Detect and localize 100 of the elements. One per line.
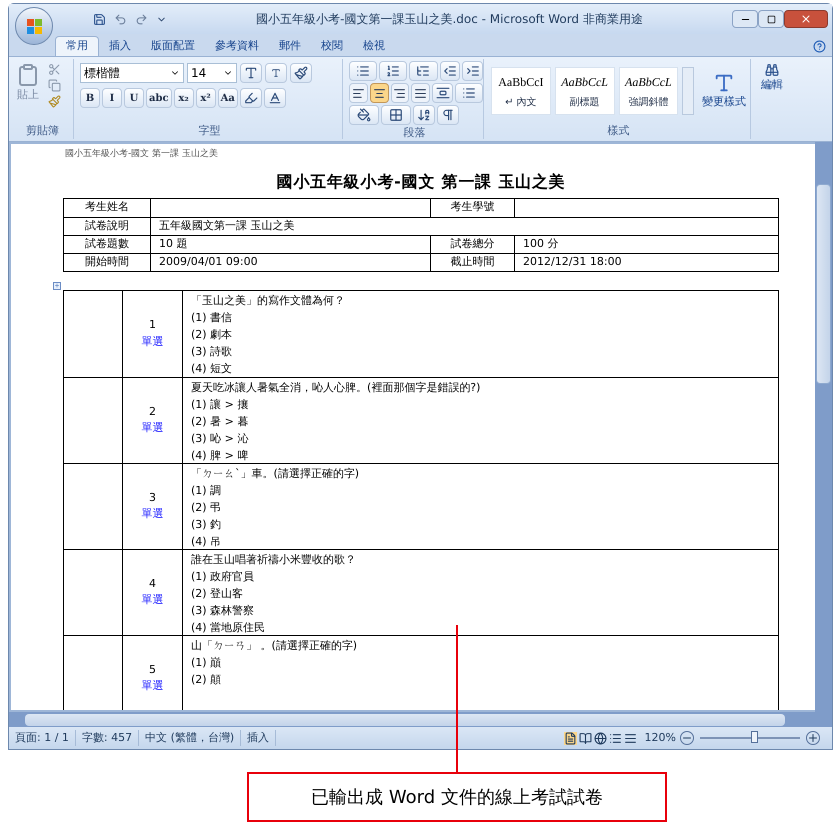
clear-format-button[interactable] bbox=[290, 63, 312, 83]
answer-option: (3) 吣 > 沁 bbox=[191, 430, 778, 446]
highlight-icon bbox=[244, 91, 258, 105]
close-button[interactable] bbox=[784, 10, 828, 28]
numbered-list-button[interactable] bbox=[379, 61, 408, 81]
style-preset[interactable]: AaBbCcL 副標題 bbox=[554, 67, 614, 115]
format-button[interactable]: U bbox=[124, 88, 144, 108]
print-layout-icon[interactable] bbox=[564, 732, 577, 744]
reading-layout-icon[interactable] bbox=[578, 732, 592, 744]
sort-button[interactable] bbox=[413, 105, 435, 125]
ribbon-tab[interactable]: 郵件 bbox=[269, 36, 311, 56]
maximize-button[interactable] bbox=[758, 10, 784, 28]
font-color-button[interactable] bbox=[264, 88, 286, 108]
align-button[interactable] bbox=[349, 83, 368, 103]
align-button[interactable] bbox=[390, 83, 410, 103]
align-button[interactable] bbox=[411, 83, 430, 103]
format-button[interactable]: I bbox=[102, 88, 122, 108]
decrease-indent-button[interactable] bbox=[440, 61, 460, 81]
answer-option: (2) 顛 bbox=[191, 670, 778, 688]
align-left-icon bbox=[352, 86, 365, 100]
question-text: 山「ㄉㄧㄢ」 。(請選擇正確的字) bbox=[191, 638, 358, 654]
format-button[interactable]: x₂ bbox=[174, 88, 194, 108]
ribbon-tab[interactable]: 校閱 bbox=[311, 36, 353, 56]
format-button[interactable]: abc bbox=[146, 88, 172, 108]
zoom-out-icon[interactable] bbox=[680, 731, 694, 745]
vertical-scrollbar[interactable] bbox=[815, 142, 832, 712]
question-type: 單選 bbox=[142, 592, 164, 608]
borders-button[interactable] bbox=[381, 105, 411, 125]
answer-option: (1) 巔 bbox=[191, 654, 778, 670]
zoom-level: 120% bbox=[644, 730, 676, 746]
answer-option: (2) 弔 bbox=[191, 498, 778, 516]
group-label: 樣式 bbox=[608, 122, 630, 139]
ribbon-tab[interactable]: 參考資料 bbox=[205, 36, 269, 56]
table-move-icon[interactable] bbox=[54, 282, 60, 289]
format-button[interactable]: B bbox=[80, 88, 100, 108]
decrease-indent-icon bbox=[442, 64, 457, 78]
web-layout-icon[interactable] bbox=[594, 732, 607, 744]
table-cell: 五年級國文第一課 玉山之美 bbox=[150, 218, 778, 234]
multilevel-list-button[interactable] bbox=[409, 61, 438, 81]
zoom-slider-thumb[interactable] bbox=[751, 731, 758, 743]
answer-option: (2) 登山客 bbox=[191, 584, 778, 602]
outline-icon[interactable] bbox=[608, 732, 622, 744]
answer-option: (1) 調 bbox=[191, 482, 778, 498]
question-type: 單選 bbox=[142, 334, 164, 350]
align-right-icon bbox=[393, 86, 406, 100]
question-text: 夏天吃冰讓人暑氣全消，吣人心脾。(裡面那個字是錯誤的?) bbox=[191, 380, 482, 396]
answer-option: (4) 當地原住民 bbox=[191, 618, 778, 636]
ribbon-tab[interactable]: 插入 bbox=[99, 36, 141, 56]
shading-button[interactable] bbox=[349, 105, 379, 125]
question-number: 4 bbox=[149, 576, 156, 592]
answer-option: (3) 釣 bbox=[191, 516, 778, 532]
redo-icon[interactable] bbox=[135, 12, 148, 26]
format-painter-icon[interactable] bbox=[48, 95, 61, 108]
highlight-button[interactable] bbox=[240, 88, 262, 108]
ribbon-tab[interactable]: 常用 bbox=[55, 36, 99, 56]
format-button[interactable]: x² bbox=[196, 88, 216, 108]
status-item: 字數: 457 bbox=[76, 730, 140, 746]
table-cell: 10 題 bbox=[150, 236, 430, 252]
table-cell-text: 試卷說明 bbox=[84, 218, 130, 234]
question-number: 3 bbox=[149, 490, 156, 506]
cut-icon[interactable] bbox=[48, 63, 61, 76]
page-header: 國小五年級小考-國文 第一課 玉山之美 bbox=[64, 148, 219, 161]
answer-option: (1) 政府官員 bbox=[191, 568, 778, 584]
question-type: 單選 bbox=[142, 678, 164, 694]
ribbon-tab[interactable]: 版面配置 bbox=[141, 36, 205, 56]
save-icon[interactable] bbox=[93, 12, 106, 26]
sort-icon bbox=[417, 108, 431, 122]
find-icon bbox=[765, 63, 779, 77]
table-cell-text: 開始時間 bbox=[84, 254, 130, 270]
group-label: 字型 bbox=[198, 122, 220, 139]
status-item: 插入 bbox=[241, 730, 276, 746]
table-cell-text: 試卷題數 bbox=[84, 236, 130, 252]
font-size-field[interactable]: 14 bbox=[187, 63, 237, 83]
increase-indent-icon bbox=[466, 64, 480, 78]
bullet-list-icon bbox=[356, 64, 370, 78]
answer-option: (4) 短文 bbox=[191, 360, 778, 376]
table-cell: 考生學號 bbox=[430, 198, 514, 216]
horizontal-scrollbar[interactable] bbox=[9, 712, 832, 727]
align-button[interactable] bbox=[370, 83, 389, 103]
undo-icon[interactable] bbox=[114, 12, 127, 26]
help-icon[interactable] bbox=[813, 40, 826, 53]
change-styles-button[interactable]: 變更樣式 bbox=[698, 72, 750, 110]
show-marks-button[interactable] bbox=[437, 105, 459, 125]
ribbon-tab[interactable]: 檢視 bbox=[353, 36, 395, 56]
status-item: 頁面: 1 / 1 bbox=[9, 730, 76, 746]
format-button[interactable]: Aa bbox=[218, 88, 238, 108]
draft-icon[interactable] bbox=[624, 732, 637, 744]
zoom-in-icon[interactable] bbox=[806, 731, 820, 745]
table-cell: 試卷總分 bbox=[430, 236, 514, 252]
increase-indent-button[interactable] bbox=[462, 61, 483, 81]
close-icon bbox=[800, 13, 812, 25]
editing-button[interactable]: 編輯 bbox=[754, 59, 790, 94]
answer-option: (2) 暑 > 暮 bbox=[191, 412, 778, 430]
font-name-field[interactable]: 標楷體 bbox=[80, 63, 184, 83]
style-preset[interactable]: AaBbCcL 強調斜體 bbox=[618, 67, 678, 115]
table-cell: 截止時間 bbox=[430, 254, 514, 270]
question-text: 誰在玉山唱著祈禱小米豐收的歌？ bbox=[191, 552, 357, 568]
bullet-list-button[interactable] bbox=[349, 61, 378, 81]
answer-option: (1) 書信 bbox=[191, 308, 778, 326]
style-preset[interactable]: AaBbCcI ↵ 內文 bbox=[491, 67, 551, 115]
